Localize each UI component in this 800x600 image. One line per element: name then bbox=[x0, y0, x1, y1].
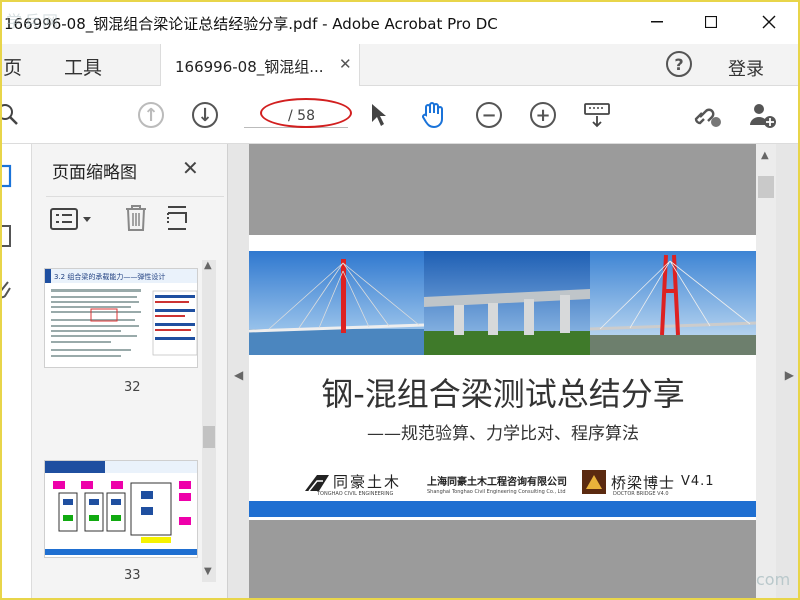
bookmark-icon[interactable] bbox=[0, 222, 16, 252]
select-tool-button[interactable] bbox=[364, 100, 394, 130]
thumb-page-number-33: 33 bbox=[124, 568, 141, 583]
add-user-icon bbox=[750, 104, 776, 128]
logo-tonghao-sub: TONGHAO CIVIL ENGINEERING bbox=[317, 491, 394, 497]
arrow-down-icon: ↓ bbox=[192, 102, 218, 128]
scrollbar-thumb[interactable] bbox=[758, 176, 774, 198]
close-icon bbox=[762, 15, 776, 29]
tab-document-label: 166996-08_钢混组... bbox=[175, 58, 324, 76]
close-window-button[interactable] bbox=[746, 0, 792, 44]
add-user-button[interactable] bbox=[748, 100, 778, 130]
zoom-out-button[interactable]: − bbox=[474, 100, 504, 130]
thumbnail-panel: 页面缩略图 ✕ 3.2 组合梁的承载能力——弹性设计 32 33 ▲ ▼ bbox=[32, 144, 228, 600]
thumbnail-options-icon[interactable] bbox=[50, 207, 94, 233]
scrollbar-thumb[interactable] bbox=[203, 426, 215, 448]
logo-tonghao: 同豪土木 bbox=[333, 473, 402, 491]
thumbnail-scrollbar[interactable]: ▲ ▼ bbox=[202, 260, 216, 582]
cursor-arrow-icon bbox=[372, 104, 386, 126]
tab-bar: 主页 工具 166996-08_钢混组... ✕ ? 登录 bbox=[0, 44, 800, 86]
bridge-photo-3 bbox=[590, 251, 757, 355]
logo-doctor-bridge: 桥梁博士 bbox=[611, 474, 676, 492]
link-icon bbox=[694, 108, 721, 127]
scroll-up-icon[interactable]: ▲ bbox=[204, 260, 212, 271]
hand-tool-button[interactable] bbox=[418, 100, 448, 130]
minimize-icon bbox=[651, 21, 663, 23]
pdf-page: 钢-混组合梁测试总结分享 ——规范验算、力学比对、程序算法 同豪土木 TONGH… bbox=[249, 144, 757, 600]
logo-version: V4.1 bbox=[681, 474, 715, 489]
tab-tools[interactable]: 工具 bbox=[64, 53, 102, 80]
thumbnail-toolbar bbox=[46, 196, 224, 244]
thumb-page-number-32: 32 bbox=[124, 380, 141, 395]
plus-icon: + bbox=[530, 102, 556, 128]
page-thumbnails-icon[interactable] bbox=[0, 162, 16, 192]
share-link-button[interactable] bbox=[694, 100, 724, 130]
slide-content: 钢-混组合梁测试总结分享 ——规范验算、力学比对、程序算法 同豪土木 TONGH… bbox=[249, 235, 757, 520]
insert-page-icon[interactable] bbox=[164, 203, 194, 233]
thumb-32-heading: 3.2 组合梁的承载能力——弹性设计 bbox=[54, 272, 165, 281]
annotation-ellipse bbox=[260, 98, 352, 128]
slide-subtitle: ——规范验算、力学比对、程序算法 bbox=[367, 424, 639, 444]
logo-doctor-bridge-sub: DOCTOR BRIDGE V4.0 bbox=[613, 491, 669, 497]
hand-icon bbox=[422, 102, 443, 129]
bridge-photo-2 bbox=[424, 251, 590, 355]
watermark: 学兵网 bbox=[6, 12, 61, 31]
slide-title: 钢-混组合梁测试总结分享 bbox=[321, 375, 685, 413]
company-name: 上海同豪土木工程咨询有限公司 bbox=[427, 477, 567, 488]
tab-home[interactable]: 主页 bbox=[0, 53, 22, 80]
thumbnail-panel-title: 页面缩略图 bbox=[52, 163, 137, 183]
page-thumbnail-32[interactable]: 3.2 组合梁的承载能力——弹性设计 bbox=[44, 268, 198, 368]
slide-footer-bar bbox=[249, 501, 757, 517]
window-title: 166996-08_钢混组合梁论证总结经验分享.pdf - Adobe Acro… bbox=[4, 15, 498, 33]
collapse-right-icon[interactable]: ▶ bbox=[785, 368, 794, 382]
attachment-icon[interactable] bbox=[0, 278, 16, 308]
close-icon[interactable]: ✕ bbox=[182, 156, 199, 180]
help-icon[interactable]: ? bbox=[666, 51, 692, 77]
bridge-photo-1 bbox=[249, 251, 424, 355]
previous-page-button[interactable]: ↑ bbox=[136, 100, 166, 130]
tonghao-logo-icon bbox=[305, 475, 329, 492]
arrow-up-icon: ↑ bbox=[138, 102, 164, 128]
trash-icon[interactable] bbox=[122, 203, 150, 233]
minus-icon: − bbox=[476, 102, 502, 128]
tab-close-icon[interactable]: ✕ bbox=[339, 55, 352, 73]
tab-document[interactable]: 166996-08_钢混组... ✕ bbox=[160, 44, 360, 86]
login-button[interactable]: 登录 bbox=[728, 55, 764, 81]
document-scrollbar[interactable]: ▲ bbox=[756, 144, 776, 600]
doctor-bridge-logo-icon bbox=[582, 470, 606, 494]
watermark-com: com bbox=[756, 570, 791, 589]
scroll-up-icon[interactable]: ▲ bbox=[761, 150, 769, 161]
zoom-in-button[interactable]: + bbox=[528, 100, 558, 130]
company-name-en: Shanghai Tonghao Civil Engineering Consu… bbox=[427, 489, 566, 495]
keyboard-icon bbox=[584, 103, 610, 128]
main-toolbar: ↑ ↓ / 58 − + bbox=[0, 86, 800, 144]
left-nav-strip bbox=[0, 144, 32, 600]
keyboard-scroll-button[interactable] bbox=[582, 100, 612, 130]
title-bar: 166996-08_钢混组合梁论证总结经验分享.pdf - Adobe Acro… bbox=[0, 0, 800, 44]
maximize-icon bbox=[705, 16, 717, 28]
search-icon[interactable] bbox=[0, 100, 24, 130]
document-view: ◀ 钢-混组合梁测试总结分享 ——规范验算、力学比对、程序算法 同豪土木 TON… bbox=[228, 144, 800, 600]
maximize-button[interactable] bbox=[688, 0, 734, 44]
next-page-button[interactable]: ↓ bbox=[190, 100, 220, 130]
logo-row: 同豪土木 TONGHAO CIVIL ENGINEERING 上海同豪土木工程咨… bbox=[303, 469, 743, 503]
bridge-photos bbox=[249, 251, 757, 355]
minimize-button[interactable] bbox=[634, 0, 680, 44]
page-thumbnail-33[interactable] bbox=[44, 460, 198, 558]
scroll-down-icon[interactable]: ▼ bbox=[204, 566, 212, 577]
collapse-left-icon[interactable]: ◀ bbox=[234, 368, 243, 382]
